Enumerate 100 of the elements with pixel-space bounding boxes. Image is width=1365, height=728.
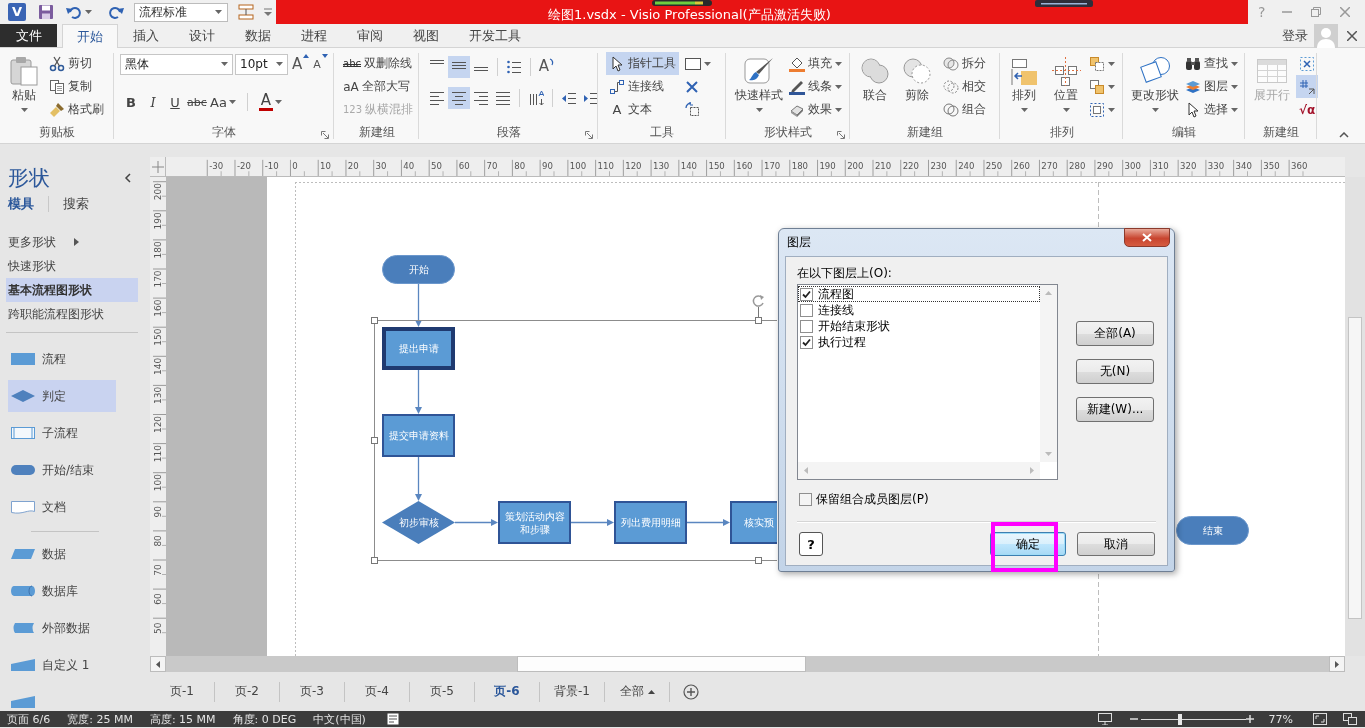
case-button[interactable]: Aa bbox=[208, 91, 238, 113]
launcher-icon[interactable] bbox=[321, 131, 329, 139]
underline-button[interactable]: U bbox=[164, 91, 186, 113]
ribbon-tab[interactable]: 进程 bbox=[286, 24, 342, 47]
master-shape-item[interactable]: 判定 bbox=[8, 380, 116, 412]
fit-page-icon[interactable] bbox=[1313, 713, 1327, 725]
grow-font-button[interactable]: A bbox=[292, 54, 310, 74]
arrow-right-icon[interactable] bbox=[1335, 660, 1339, 668]
launcher-icon[interactable] bbox=[837, 131, 845, 139]
customize-icon[interactable] bbox=[264, 8, 272, 16]
glue-button[interactable] bbox=[1296, 75, 1318, 98]
double-strike-button[interactable]: abc 双删除线 bbox=[340, 52, 417, 75]
checkbox[interactable] bbox=[800, 287, 813, 301]
dialog-button[interactable]: 全部(A) bbox=[1076, 321, 1154, 346]
font-name-field[interactable]: 黑体 bbox=[120, 53, 233, 75]
ribbon-tab[interactable]: 开始 bbox=[62, 24, 118, 48]
align-middle-button[interactable] bbox=[448, 56, 470, 78]
horizontal-scrollbar[interactable] bbox=[150, 656, 1345, 672]
selection-frame[interactable] bbox=[371, 317, 778, 564]
copy-button[interactable]: 复制 bbox=[46, 75, 107, 98]
ribbon-tab[interactable]: 开发工具 bbox=[454, 24, 536, 47]
dialog-button[interactable]: 新建(W)... bbox=[1076, 397, 1154, 422]
page-tab[interactable]: 页-1 bbox=[150, 681, 215, 702]
master-shape-item[interactable]: 子流程 bbox=[8, 417, 116, 449]
chevron-up-icon[interactable] bbox=[1339, 132, 1349, 138]
panel-tab[interactable]: 搜索 bbox=[63, 195, 89, 213]
equation-button[interactable]: √α bbox=[1296, 98, 1318, 121]
union-button[interactable]: 联合 bbox=[857, 52, 893, 120]
zoom-out-icon[interactable] bbox=[1129, 715, 1138, 723]
cut-button[interactable]: 剪切 bbox=[46, 52, 107, 75]
checkbox[interactable] bbox=[800, 319, 813, 333]
stencil-item[interactable]: 快速形状 bbox=[6, 254, 138, 278]
layer-item[interactable]: 连接线 bbox=[798, 302, 1040, 318]
checkbox[interactable] bbox=[800, 335, 813, 349]
cancel-button[interactable]: 取消 bbox=[1077, 532, 1155, 556]
text-tool-button[interactable]: A 文本 bbox=[606, 98, 679, 121]
dashed-group-icon[interactable] bbox=[1089, 101, 1105, 118]
chevron-left-icon[interactable] bbox=[124, 173, 132, 183]
zoom-slider[interactable] bbox=[1140, 713, 1246, 725]
master-shape-item[interactable]: 外部数据 bbox=[8, 612, 116, 644]
vertical-scrollbar[interactable] bbox=[1345, 177, 1365, 656]
save-icon[interactable] bbox=[38, 4, 54, 20]
layer-item[interactable]: 执行过程 bbox=[798, 334, 1040, 350]
template-dropdown[interactable]: 流程标准 bbox=[134, 2, 228, 22]
scrollbar-thumb[interactable] bbox=[1348, 317, 1362, 619]
shrink-font-button[interactable]: A bbox=[313, 54, 328, 74]
position-button[interactable]: 位置 bbox=[1048, 52, 1084, 120]
arrange-button[interactable]: 排列 bbox=[1006, 52, 1042, 120]
decrease-indent-icon[interactable] bbox=[561, 90, 577, 106]
master-shape-item[interactable]: 开始/结束 bbox=[8, 454, 116, 486]
paste-button[interactable]: 粘贴 bbox=[6, 52, 42, 120]
line-button[interactable]: 线条 bbox=[786, 75, 845, 98]
cross-icon[interactable] bbox=[685, 79, 699, 94]
panel-tab[interactable]: 模具 bbox=[8, 195, 34, 213]
connector-tool-button[interactable]: 连接线 bbox=[606, 75, 679, 98]
bullet-list-icon[interactable] bbox=[506, 59, 522, 75]
combine-button[interactable]: 组合 bbox=[940, 98, 989, 121]
page-tab[interactable]: 页-5 bbox=[410, 681, 475, 702]
master-shape-item[interactable]: 自定义 1 bbox=[8, 649, 116, 681]
font-size-field[interactable]: 10pt bbox=[235, 53, 288, 75]
help-button[interactable]: ? bbox=[799, 532, 823, 556]
layer-item[interactable]: 开始结束形状 bbox=[798, 318, 1040, 334]
ribbon-tab[interactable]: 插入 bbox=[118, 24, 174, 47]
strikethrough-button[interactable]: abc bbox=[186, 91, 208, 113]
find-button[interactable]: 查找 bbox=[1182, 52, 1241, 75]
effects-button[interactable]: 效果 bbox=[786, 98, 845, 121]
checkbox[interactable] bbox=[800, 303, 813, 317]
add-icon[interactable] bbox=[683, 683, 699, 700]
increase-indent-icon[interactable] bbox=[583, 90, 599, 106]
presentation-icon[interactable] bbox=[1097, 713, 1112, 725]
font-color-button[interactable]: A bbox=[256, 91, 284, 113]
stencil-item[interactable]: 基本流程图形状 bbox=[6, 278, 138, 302]
master-shape-item[interactable]: 数据库 bbox=[8, 575, 116, 607]
dialog-button[interactable]: 无(N) bbox=[1076, 359, 1154, 384]
rotate-handle-icon[interactable] bbox=[752, 295, 764, 318]
intersect-button[interactable]: 相交 bbox=[940, 75, 989, 98]
checkbox[interactable] bbox=[799, 492, 812, 506]
bold-button[interactable]: B bbox=[120, 91, 142, 113]
page-tab[interactable]: 页-2 bbox=[215, 681, 280, 702]
ribbon-tab[interactable]: 数据 bbox=[230, 24, 286, 47]
align-center-button[interactable] bbox=[448, 87, 470, 109]
scrollbar-thumb[interactable] bbox=[517, 656, 806, 672]
ribbon-tab[interactable]: 视图 bbox=[398, 24, 454, 47]
caps-button[interactable]: aA 全部大写 bbox=[340, 75, 417, 98]
layers-button[interactable]: 图层 bbox=[1182, 75, 1241, 98]
ribbon-tab[interactable]: 审阅 bbox=[342, 24, 398, 47]
page-tab[interactable]: 页-3 bbox=[280, 681, 345, 702]
sign-in-link[interactable]: 登录 bbox=[1282, 26, 1308, 45]
page-tab[interactable]: 页-4 bbox=[345, 681, 410, 702]
switch-windows-icon[interactable] bbox=[1343, 713, 1357, 725]
redo-icon[interactable] bbox=[108, 4, 124, 20]
rotate-text-button[interactable]: A bbox=[536, 56, 558, 78]
layer-list[interactable]: 流程图 连接线 开始结束形状 执行过程 bbox=[797, 284, 1058, 480]
ribbon-tab[interactable]: 设计 bbox=[174, 24, 230, 47]
page-tab[interactable]: 全部 bbox=[605, 681, 670, 702]
master-shape-item[interactable]: 流程 bbox=[8, 343, 116, 375]
checkbox-option[interactable]: 保留组合成员图层(P) bbox=[799, 492, 929, 506]
fill-button[interactable]: 填充 bbox=[786, 52, 845, 75]
zoom-in-icon[interactable] bbox=[1245, 715, 1254, 723]
page-tab[interactable]: 背景-1 bbox=[540, 681, 605, 702]
